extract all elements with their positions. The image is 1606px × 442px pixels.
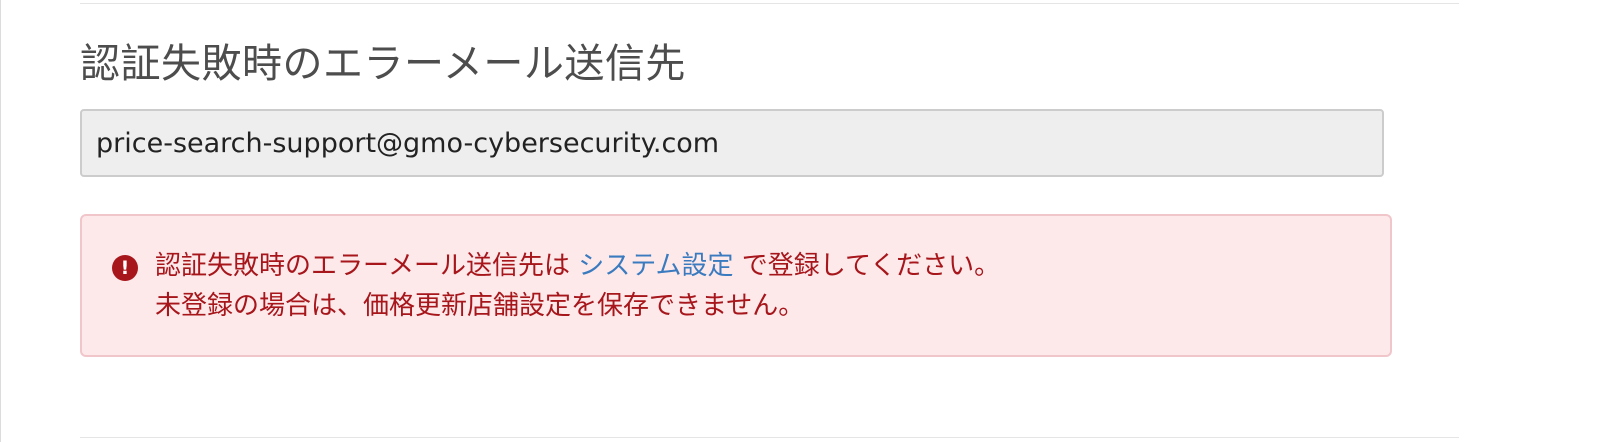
alert-line-1-suffix: で登録してください。	[741, 251, 1001, 281]
top-divider	[80, 3, 1459, 4]
error-email-field[interactable]	[80, 109, 1384, 177]
bottom-divider	[80, 437, 1459, 438]
section-title: 認証失敗時のエラーメール送信先	[80, 41, 686, 87]
exclamation-circle-icon: !	[112, 255, 138, 281]
left-border	[0, 0, 1, 442]
system-settings-link[interactable]: システム設定	[578, 251, 733, 281]
alert-message: 認証失敗時のエラーメール送信先は システム設定 で登録してください。 未登録の場…	[155, 246, 1000, 326]
settings-page: 認証失敗時のエラーメール送信先 ! 認証失敗時のエラーメール送信先は システム設…	[0, 0, 1606, 442]
alert-line-2: 未登録の場合は、価格更新店舗設定を保存できません。	[155, 291, 805, 321]
alert-line-1-prefix: 認証失敗時のエラーメール送信先は	[155, 251, 570, 281]
alert-line-1: 認証失敗時のエラーメール送信先は システム設定 で登録してください。	[155, 246, 1000, 286]
error-alert: ! 認証失敗時のエラーメール送信先は システム設定 で登録してください。 未登録…	[80, 214, 1392, 357]
